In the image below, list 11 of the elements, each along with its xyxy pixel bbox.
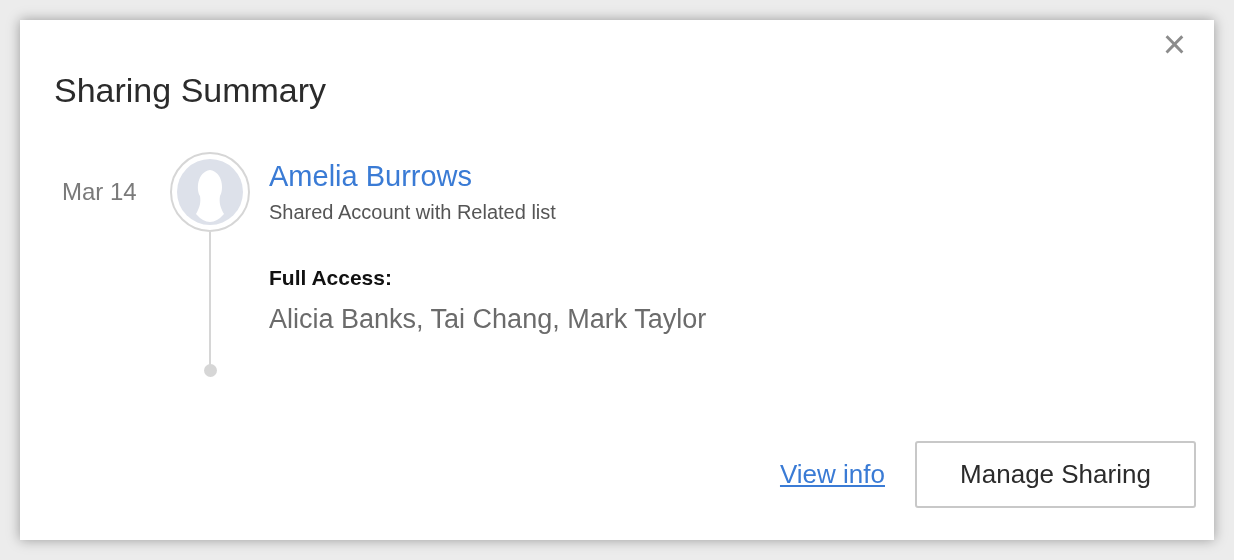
- avatar-icon: [170, 152, 250, 232]
- manage-sharing-button[interactable]: Manage Sharing: [915, 441, 1196, 508]
- shared-users: Alicia Banks, Tai Chang, Mark Taylor: [269, 304, 707, 335]
- view-info-link[interactable]: View info: [779, 459, 885, 490]
- timeline-dot: [203, 364, 217, 377]
- close-button[interactable]: ×: [1158, 28, 1190, 60]
- dialog-title: Sharing Summary: [54, 70, 327, 110]
- user-name-link[interactable]: Amelia Burrows: [269, 160, 473, 193]
- share-description: Shared Account with Related list: [269, 201, 556, 224]
- entry-date: Mar 14: [61, 177, 138, 207]
- access-label: Full Access:: [269, 266, 392, 290]
